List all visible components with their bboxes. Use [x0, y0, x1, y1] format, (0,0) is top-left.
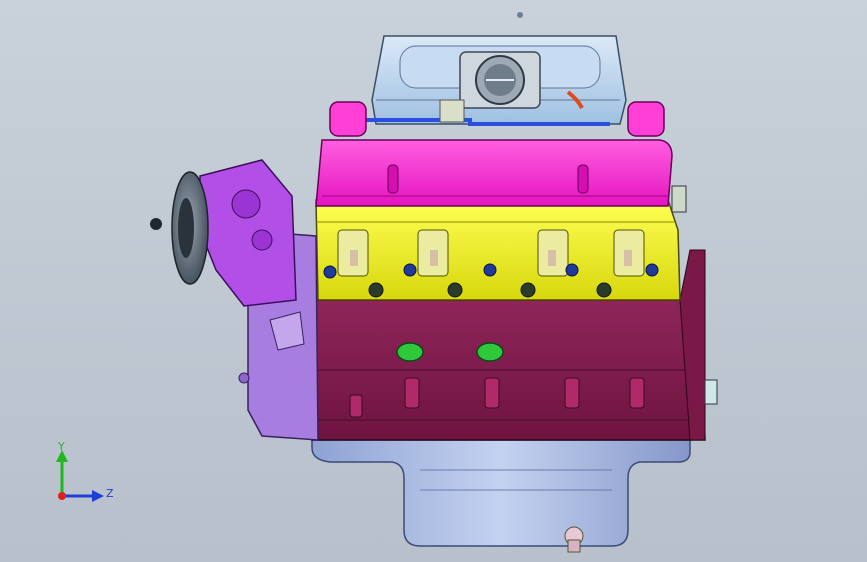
oil-pan[interactable] — [311, 439, 691, 547]
z-axis-label: Z — [106, 487, 114, 500]
engine-model[interactable] — [0, 0, 867, 562]
ignition-coil[interactable] — [627, 101, 665, 137]
crank-pulley[interactable] — [150, 171, 209, 285]
y-axis-label: Y — [58, 440, 65, 453]
ignition-coil[interactable] — [329, 101, 367, 137]
valve-cover[interactable] — [315, 139, 673, 207]
water-pump[interactable] — [199, 159, 297, 307]
throttle-body[interactable] — [459, 51, 541, 109]
freeze-plug[interactable] — [476, 342, 504, 362]
freeze-plug[interactable] — [396, 342, 424, 362]
drain-plug[interactable] — [564, 526, 584, 553]
cad-viewport[interactable]: Y Z — [0, 0, 867, 562]
coordinate-triad: Y Z — [48, 440, 118, 510]
sensor[interactable] — [671, 185, 687, 213]
